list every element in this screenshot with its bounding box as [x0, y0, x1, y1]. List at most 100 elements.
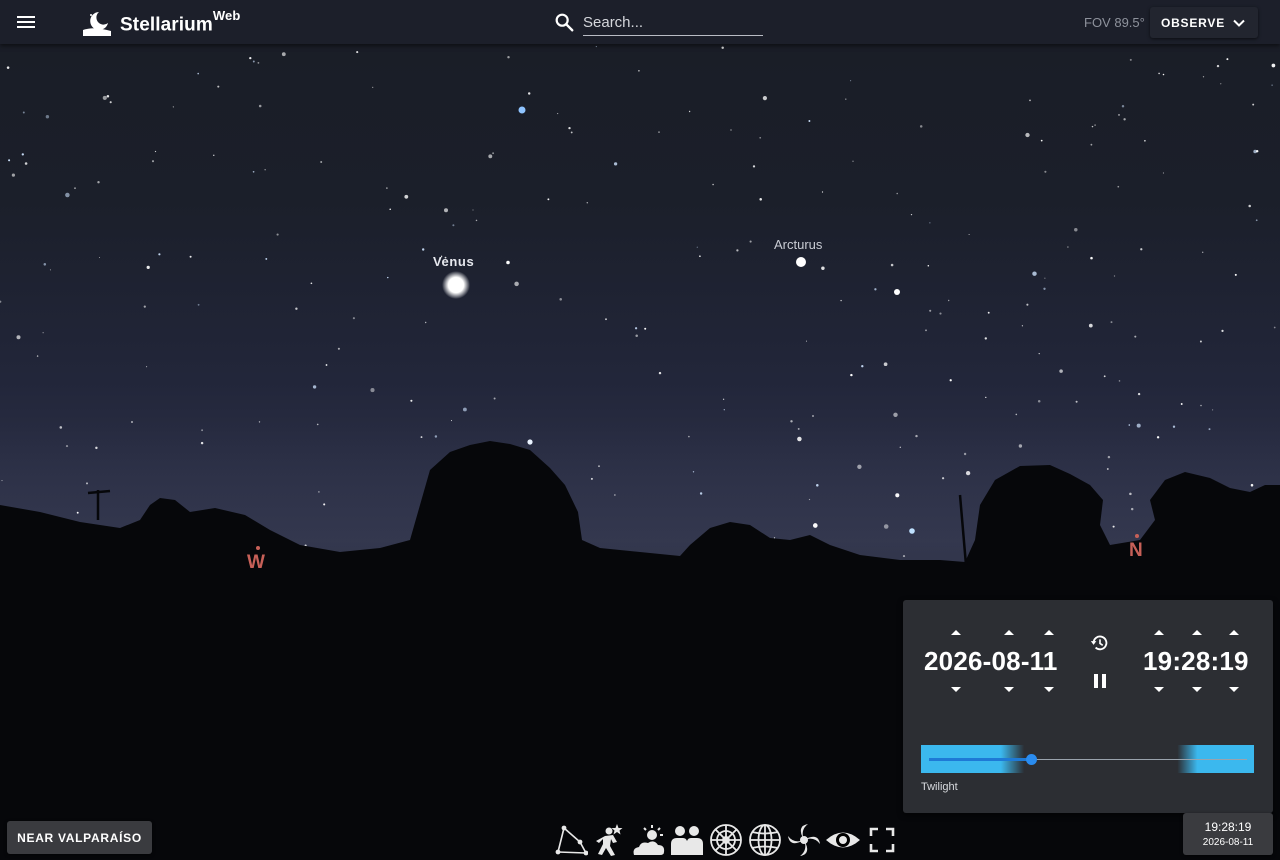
- time-value[interactable]: 19:28:19: [1143, 646, 1249, 677]
- hour-increment-button[interactable]: [1152, 627, 1166, 637]
- landscape-icon: [671, 826, 703, 855]
- star: [158, 253, 161, 256]
- deep-sky-objects-button[interactable]: [786, 822, 822, 858]
- star: [919, 125, 923, 128]
- star: [1067, 246, 1069, 248]
- star: [723, 409, 725, 411]
- azimuthal-grid-button[interactable]: [708, 822, 744, 858]
- star: [644, 327, 647, 330]
- star: [11, 173, 15, 177]
- star: [1129, 58, 1132, 61]
- star: [410, 399, 413, 402]
- star: [1018, 444, 1023, 448]
- star: [1137, 392, 1141, 396]
- cardinal-west: W: [247, 552, 265, 573]
- star: [370, 388, 375, 393]
- history-icon[interactable]: [1089, 632, 1111, 654]
- star: [1107, 455, 1111, 459]
- month-decrement-button[interactable]: [1002, 685, 1016, 695]
- location-button[interactable]: NEAR VALPARAÍSO: [7, 821, 152, 854]
- arcturus-label[interactable]: Arcturus: [774, 237, 822, 252]
- bright-star[interactable]: [894, 289, 900, 295]
- star: [850, 80, 852, 82]
- year-increment-button[interactable]: [949, 627, 963, 637]
- star: [1255, 219, 1258, 222]
- app-title: StellariumWeb: [120, 8, 240, 36]
- star: [895, 493, 900, 498]
- slider-knob[interactable]: [1025, 754, 1037, 765]
- cardinal-north: N: [1129, 540, 1143, 561]
- star: [1202, 251, 1204, 253]
- star: [845, 98, 847, 100]
- venus-label[interactable]: Venus: [433, 254, 474, 269]
- search-icon[interactable]: [553, 11, 575, 33]
- star: [217, 85, 220, 88]
- star: [146, 366, 148, 368]
- venus-disc[interactable]: [442, 271, 470, 299]
- month-increment-button[interactable]: [1002, 627, 1016, 637]
- atmosphere-button[interactable]: [630, 822, 666, 858]
- star: [890, 263, 894, 267]
- bright-star[interactable]: [527, 439, 533, 445]
- star: [472, 209, 474, 211]
- menu-button[interactable]: [14, 10, 38, 34]
- star: [8, 159, 11, 162]
- star: [1172, 425, 1176, 428]
- search-input[interactable]: [583, 9, 763, 36]
- star: [312, 385, 317, 389]
- constellations-art-icon: [596, 824, 623, 856]
- star: [1156, 436, 1160, 439]
- star: [874, 288, 877, 291]
- year-decrement-button[interactable]: [949, 685, 963, 695]
- star: [805, 340, 808, 342]
- constellations-art-button[interactable]: [591, 822, 627, 858]
- date-value[interactable]: 2026-08-11: [924, 646, 1058, 677]
- star: [65, 192, 70, 198]
- star: [404, 194, 409, 199]
- star: [963, 452, 967, 456]
- star: [721, 46, 724, 49]
- star: [387, 276, 389, 279]
- day-increment-button[interactable]: [1042, 627, 1056, 637]
- star: [197, 303, 200, 306]
- star: [389, 208, 391, 211]
- star: [910, 213, 913, 216]
- constellations-lines-button[interactable]: [552, 822, 588, 858]
- chevron-down-icon: [1233, 19, 1245, 27]
- hour-decrement-button[interactable]: [1152, 685, 1166, 695]
- star: [759, 198, 762, 201]
- pause-icon[interactable]: [1091, 672, 1109, 690]
- arrow-down-icon: [1229, 687, 1239, 692]
- bright-star[interactable]: [518, 106, 526, 114]
- night-mode-button[interactable]: [825, 822, 861, 858]
- second-decrement-button[interactable]: [1227, 685, 1241, 695]
- star: [883, 524, 889, 529]
- fullscreen-button[interactable]: [864, 822, 900, 858]
- star: [1216, 64, 1220, 68]
- star: [1091, 125, 1094, 128]
- star: [201, 429, 204, 432]
- bright-star[interactable]: [909, 528, 915, 534]
- star: [759, 136, 762, 139]
- star: [1250, 483, 1254, 487]
- star: [1140, 248, 1143, 251]
- second-increment-button[interactable]: [1227, 627, 1241, 637]
- star: [74, 187, 76, 190]
- view-toolbar: [552, 822, 896, 858]
- observe-button[interactable]: OBSERVE: [1150, 7, 1258, 38]
- star: [1090, 143, 1093, 146]
- arcturus-star[interactable]: [796, 257, 806, 267]
- time-of-day-slider[interactable]: [921, 745, 1254, 773]
- star: [752, 165, 756, 168]
- star: [1162, 73, 1165, 76]
- equatorial-grid-button[interactable]: [747, 822, 783, 858]
- day-decrement-button[interactable]: [1042, 685, 1056, 695]
- star: [352, 317, 355, 320]
- star: [151, 160, 155, 163]
- minute-decrement-button[interactable]: [1190, 685, 1204, 695]
- clock-button[interactable]: 19:28:19 2026-08-11: [1183, 813, 1273, 855]
- landscape-button[interactable]: [669, 822, 705, 858]
- star: [1129, 492, 1132, 496]
- minute-increment-button[interactable]: [1190, 627, 1204, 637]
- star: [1044, 170, 1047, 173]
